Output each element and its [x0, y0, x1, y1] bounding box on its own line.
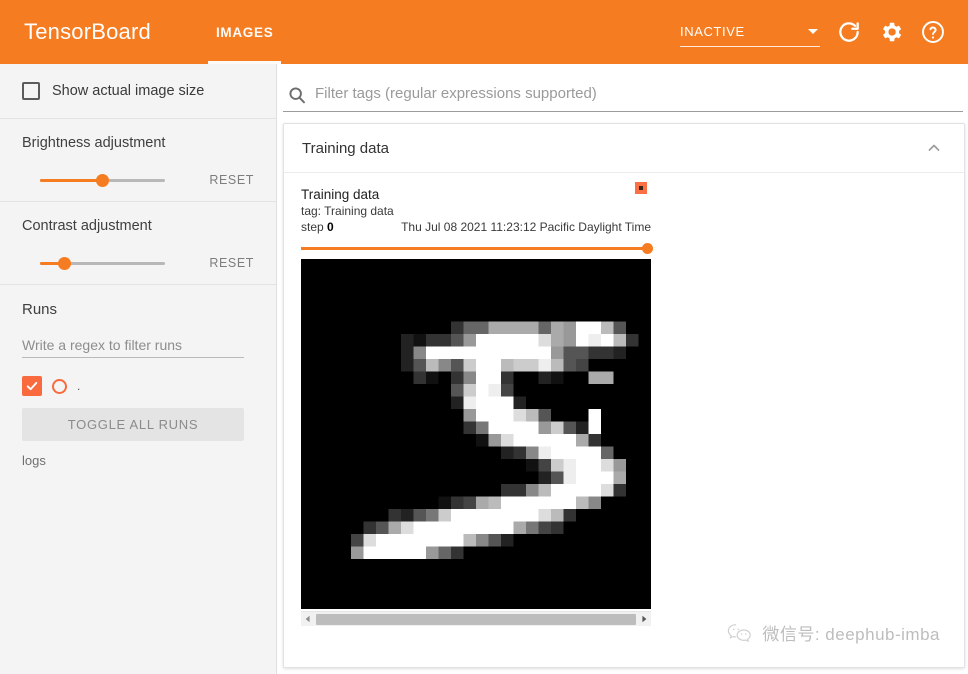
- sidebar-section-image-size: Show actual image size: [0, 64, 276, 119]
- scrollbar-thumb[interactable]: [316, 613, 636, 625]
- image-card: Training data tag: Training data step 0 …: [284, 173, 964, 626]
- refresh-icon[interactable]: [836, 19, 862, 45]
- arrow-right-icon[interactable]: [637, 612, 651, 627]
- sidebar-section-contrast: Contrast adjustment RESET: [0, 202, 276, 285]
- app-brand: TensorBoard: [24, 19, 151, 44]
- run-item-label: .: [77, 379, 81, 393]
- image-step-slider-thumb[interactable]: [642, 243, 653, 254]
- run-item-row[interactable]: .: [22, 376, 254, 396]
- tag-filter-input[interactable]: [315, 85, 963, 104]
- run-color-circle-icon: [52, 378, 67, 394]
- watermark-text: 微信号: deephub-imba: [762, 625, 940, 644]
- image-title: Training data: [301, 187, 380, 202]
- run-checkbox[interactable]: [22, 376, 42, 396]
- reload-mode-value: INACTIVE: [680, 24, 745, 39]
- gear-icon[interactable]: [878, 19, 904, 45]
- header-actions: INACTIVE: [680, 17, 968, 47]
- image-step-slider[interactable]: [301, 243, 653, 255]
- brightness-slider[interactable]: [40, 173, 165, 187]
- show-actual-image-size-row[interactable]: Show actual image size: [22, 82, 254, 100]
- image-step-label: step 0: [301, 220, 334, 234]
- chevron-up-icon[interactable]: [924, 138, 944, 158]
- run-color-chip: [635, 182, 647, 194]
- image-timestamp: Thu Jul 08 2021 11:23:12 Pacific Dayligh…: [401, 220, 651, 234]
- image-step-row: step 0 Thu Jul 08 2021 11:23:12 Pacific …: [301, 219, 651, 236]
- image-horizontal-scrollbar[interactable]: [301, 611, 651, 626]
- sidebar: Show actual image size Brightness adjust…: [0, 64, 277, 674]
- brightness-label: Brightness adjustment: [22, 135, 166, 151]
- wechat-icon: [727, 622, 753, 644]
- app-header: TensorBoard IMAGES INACTIVE: [0, 0, 968, 64]
- show-actual-image-size-checkbox[interactable]: [22, 82, 40, 100]
- show-actual-image-size-label: Show actual image size: [52, 83, 205, 99]
- runs-filter-input[interactable]: [22, 332, 244, 358]
- sidebar-section-runs: Runs . TOGGLE ALL RUNS logs: [0, 285, 276, 482]
- help-circle-icon[interactable]: [920, 19, 946, 45]
- image-tag-label: tag: Training data: [301, 204, 394, 218]
- main-content: Training data Training data tag: Trainin…: [278, 64, 968, 674]
- brightness-slider-row: RESET: [22, 173, 254, 187]
- tag-group-header[interactable]: Training data: [284, 124, 964, 173]
- contrast-slider[interactable]: [40, 256, 165, 270]
- mnist-digit-canvas: [301, 259, 651, 609]
- reload-mode-select[interactable]: INACTIVE: [680, 17, 820, 47]
- chevron-down-icon: [808, 29, 818, 34]
- tab-images[interactable]: IMAGES: [198, 0, 291, 64]
- brightness-thumb[interactable]: [96, 174, 109, 187]
- contrast-slider-row: RESET: [22, 256, 254, 270]
- image-step-slider-track: [301, 247, 649, 250]
- runs-title: Runs: [22, 301, 58, 318]
- tensorboard-app: TensorBoard IMAGES INACTIVE Show actual …: [0, 0, 968, 674]
- contrast-thumb[interactable]: [58, 257, 71, 270]
- tag-group-title: Training data: [302, 139, 389, 157]
- brightness-reset-button[interactable]: RESET: [209, 173, 254, 187]
- contrast-reset-button[interactable]: RESET: [209, 256, 254, 270]
- tag-filter-bar: [283, 78, 963, 112]
- sidebar-section-brightness: Brightness adjustment RESET: [0, 119, 276, 202]
- toggle-all-runs-button[interactable]: TOGGLE ALL RUNS: [22, 408, 244, 441]
- contrast-label: Contrast adjustment: [22, 218, 152, 234]
- search-icon: [287, 85, 307, 105]
- image-card-header: Training data tag: Training data step 0 …: [301, 182, 651, 236]
- arrow-left-icon[interactable]: [301, 612, 315, 627]
- watermark: 微信号: deephub-imba: [727, 620, 940, 645]
- brightness-track-fill: [40, 179, 102, 182]
- image-step-value: 0: [327, 220, 334, 234]
- main-tabs: IMAGES: [198, 0, 291, 64]
- runs-footer-label: logs: [22, 453, 46, 468]
- image-preview[interactable]: [301, 259, 651, 609]
- tag-group-card: Training data Training data tag: Trainin…: [283, 123, 965, 668]
